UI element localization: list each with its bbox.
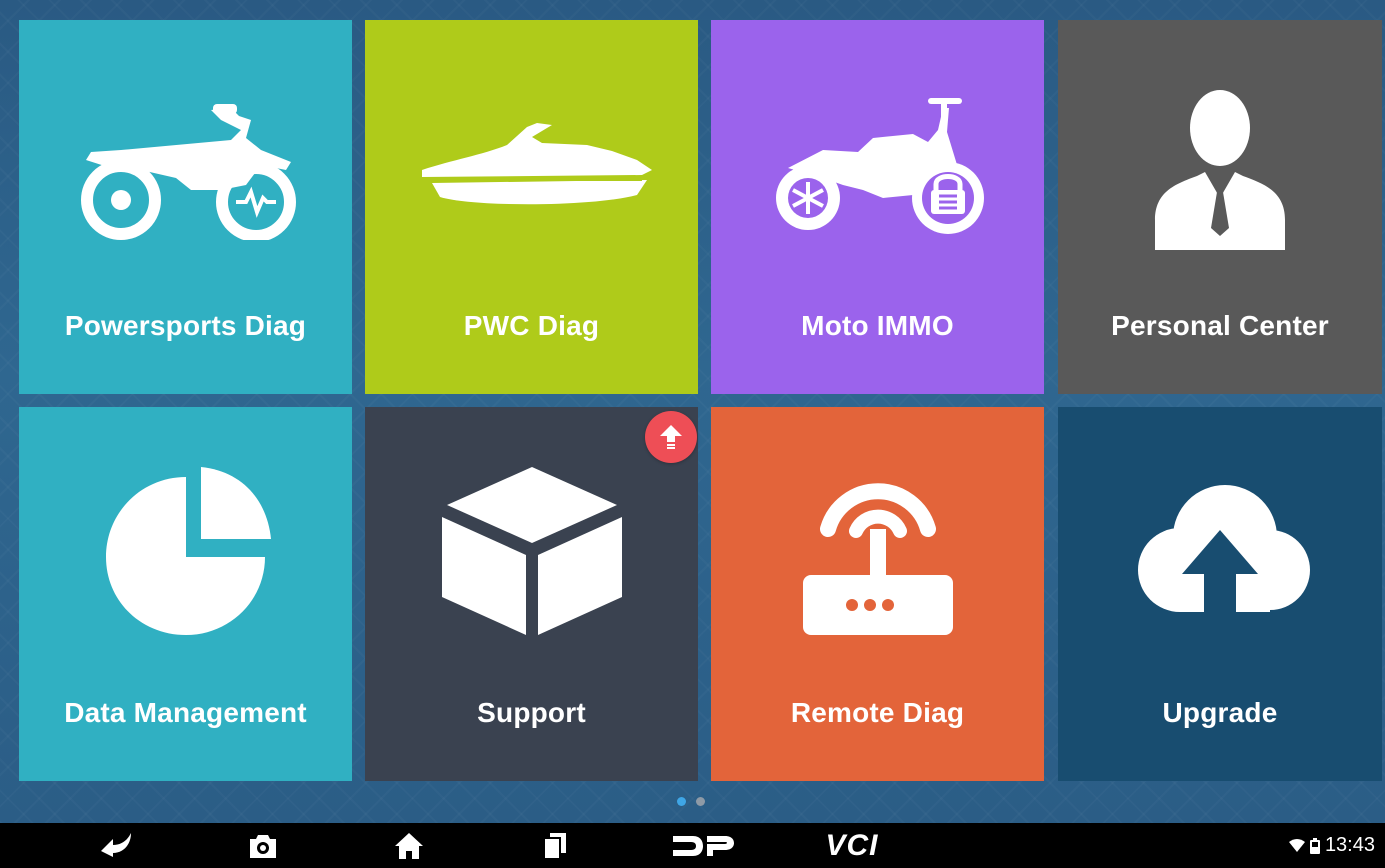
- home-button[interactable]: [384, 823, 434, 868]
- recent-apps-icon: [543, 832, 566, 860]
- tile-powersports-diag[interactable]: Powersports Diag: [19, 20, 352, 394]
- tile-label: Moto IMMO: [801, 310, 954, 341]
- tile-remote-diag[interactable]: Remote Diag: [711, 407, 1044, 781]
- wifi-icon: [1288, 838, 1305, 852]
- navigation-bar: VCI 13:43: [0, 823, 1385, 868]
- clock: 13:43: [1324, 834, 1375, 856]
- motorcycle-lock-icon: [711, 20, 1044, 310]
- dp-logo-icon: [673, 835, 734, 856]
- back-icon: [101, 832, 131, 857]
- update-badge[interactable]: [645, 411, 697, 463]
- tile-data-management[interactable]: Data Management: [19, 407, 352, 781]
- tile-label: Personal Center: [1111, 310, 1329, 341]
- tile-label: Remote Diag: [790, 697, 965, 728]
- camera-icon: [250, 834, 276, 858]
- jet-ski-icon: [365, 20, 698, 310]
- tile-label: Upgrade: [1162, 697, 1278, 728]
- dirt-bike-icon: [19, 20, 352, 310]
- page-dot-active[interactable]: [677, 797, 686, 806]
- tile-label: Data Management: [64, 697, 307, 728]
- status-area: 13:43: [1288, 823, 1375, 868]
- tile-label: PWC Diag: [463, 310, 600, 341]
- battery-icon: [1309, 837, 1320, 854]
- tile-upgrade[interactable]: Upgrade: [1058, 407, 1382, 781]
- screenshot-button[interactable]: [238, 823, 288, 868]
- tile-personal-center[interactable]: Personal Center: [1058, 20, 1382, 394]
- tile-support[interactable]: Support: [365, 407, 698, 781]
- tile-moto-immo[interactable]: Moto IMMO: [711, 20, 1044, 394]
- vci-label: VCI: [825, 828, 879, 862]
- home-icon: [395, 832, 423, 859]
- tablet-screen: Powersports Diag PWC Diag Moto IMMO Pers…: [0, 0, 1385, 868]
- launcher-home: Powersports Diag PWC Diag Moto IMMO Pers…: [0, 0, 1385, 823]
- upload-arrow-icon: [660, 425, 682, 449]
- page-indicator: [677, 797, 705, 806]
- tile-pwc-diag[interactable]: PWC Diag: [365, 20, 698, 394]
- vci-button[interactable]: VCI: [812, 823, 892, 868]
- dp-logo-button[interactable]: [668, 823, 738, 868]
- pie-chart-icon: [19, 407, 352, 697]
- person-icon: [1058, 20, 1382, 310]
- back-button[interactable]: [92, 823, 142, 868]
- tile-label: Support: [477, 697, 586, 728]
- tile-label: Powersports Diag: [64, 310, 307, 341]
- page-dot[interactable]: [696, 797, 705, 806]
- cloud-upload-icon: [1058, 407, 1382, 697]
- recent-apps-button[interactable]: [530, 823, 580, 868]
- router-icon: [711, 407, 1044, 697]
